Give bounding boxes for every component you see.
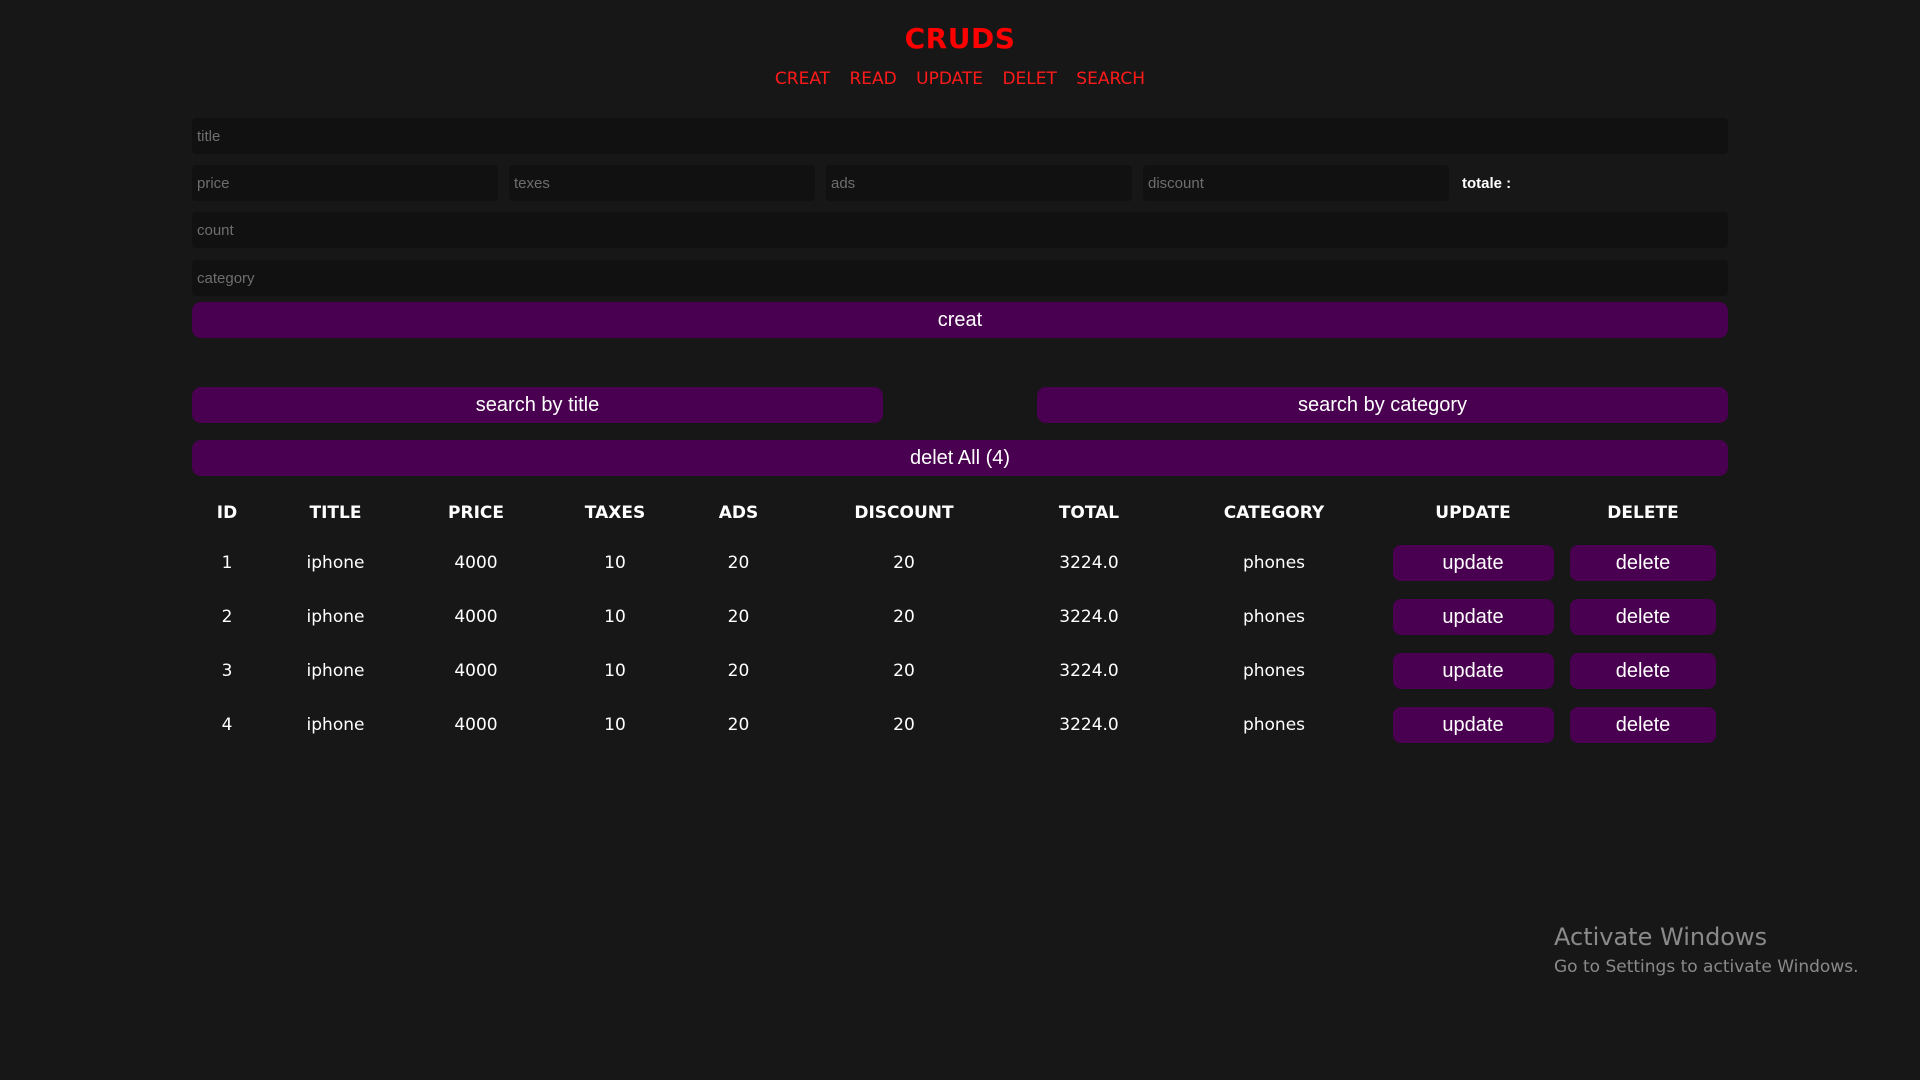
header-delete: DELETE — [1607, 503, 1679, 523]
search-by-title-button[interactable]: search by title — [192, 387, 883, 423]
cell-total: 3224.0 — [1059, 607, 1119, 627]
cell-discount: 20 — [893, 553, 915, 573]
title-input[interactable] — [192, 118, 1728, 154]
table-row: 3 iphone 4000 10 20 20 3224.0 phones upd… — [192, 644, 1728, 698]
cell-id: 3 — [221, 661, 233, 681]
cell-ads: 20 — [727, 715, 750, 735]
top-nav: CREAT READ UPDATE DELET SEARCH — [192, 69, 1728, 89]
nav-item-creat[interactable]: CREAT — [775, 69, 830, 89]
cell-total: 3224.0 — [1059, 553, 1119, 573]
cell-price: 4000 — [454, 661, 498, 681]
delete-button[interactable]: delete — [1570, 707, 1716, 743]
create-button[interactable]: creat — [192, 302, 1728, 338]
cell-ads: 20 — [727, 607, 750, 627]
activate-windows-watermark: Activate Windows Go to Settings to activ… — [1554, 923, 1859, 977]
page-title: CRUDS — [904, 22, 1016, 55]
table-row: 1 iphone 4000 10 20 20 3224.0 phones upd… — [192, 536, 1728, 590]
cell-title: iphone — [306, 715, 365, 735]
delete-button[interactable]: delete — [1570, 653, 1716, 689]
cell-title: iphone — [306, 607, 365, 627]
update-button[interactable]: update — [1392, 653, 1554, 689]
header-total: TOTAL — [1058, 503, 1120, 523]
search-by-category-button[interactable]: search by category — [1037, 387, 1728, 423]
category-input[interactable] — [192, 260, 1728, 296]
cell-taxes: 10 — [604, 553, 626, 573]
cell-title: iphone — [306, 661, 365, 681]
cell-taxes: 10 — [604, 715, 626, 735]
cell-category: phones — [1242, 553, 1306, 573]
price-row: totale : — [192, 165, 1728, 201]
crud-app: CRUDS CREAT READ UPDATE DELET SEARCH tot… — [192, 0, 1728, 743]
nav-item-delet[interactable]: DELET — [1002, 69, 1056, 89]
watermark-title: Activate Windows — [1554, 923, 1768, 951]
header-update: UPDATE — [1435, 503, 1511, 523]
cell-id: 1 — [221, 553, 233, 573]
products-table: ID TITLE PRICE TAXES ADS DISCOUNT TOTAL … — [192, 490, 1728, 752]
nav-item-search[interactable]: SEARCH — [1076, 69, 1145, 89]
cell-taxes: 10 — [604, 661, 626, 681]
ads-input[interactable] — [826, 165, 1132, 201]
header-id: ID — [216, 503, 238, 523]
header-title: TITLE — [309, 503, 362, 523]
update-button[interactable]: update — [1392, 599, 1554, 635]
header-taxes: TAXES — [584, 503, 646, 523]
cell-total: 3224.0 — [1059, 661, 1119, 681]
cell-category: phones — [1242, 661, 1306, 681]
header-price: PRICE — [448, 503, 504, 523]
cell-discount: 20 — [893, 715, 915, 735]
cell-ads: 20 — [727, 553, 750, 573]
header-category: CATEGORY — [1223, 503, 1325, 523]
price-input[interactable] — [192, 165, 498, 201]
cell-taxes: 10 — [604, 607, 626, 627]
cell-discount: 20 — [893, 661, 915, 681]
nav-item-read[interactable]: READ — [849, 69, 896, 89]
nav-item-update[interactable]: UPDATE — [916, 69, 983, 89]
watermark-subtitle: Go to Settings to activate Windows. — [1554, 957, 1859, 977]
cell-id: 2 — [221, 607, 233, 627]
header-ads: ADS — [718, 503, 759, 523]
count-input[interactable] — [192, 212, 1728, 248]
cell-total: 3224.0 — [1059, 715, 1119, 735]
cell-discount: 20 — [893, 607, 915, 627]
table-header-row: ID TITLE PRICE TAXES ADS DISCOUNT TOTAL … — [192, 490, 1728, 536]
cell-price: 4000 — [454, 607, 498, 627]
cell-title: iphone — [306, 553, 365, 573]
taxes-input[interactable] — [509, 165, 815, 201]
update-button[interactable]: update — [1392, 707, 1554, 743]
table-row: 4 iphone 4000 10 20 20 3224.0 phones upd… — [192, 698, 1728, 752]
cell-ads: 20 — [727, 661, 750, 681]
cell-price: 4000 — [454, 715, 498, 735]
header-discount: DISCOUNT — [854, 503, 954, 523]
delete-button[interactable]: delete — [1570, 545, 1716, 581]
update-button[interactable]: update — [1392, 545, 1554, 581]
cell-id: 4 — [221, 715, 233, 735]
cell-price: 4000 — [454, 553, 498, 573]
delete-all-button[interactable]: delet All (4) — [192, 440, 1728, 476]
table-row: 2 iphone 4000 10 20 20 3224.0 phones upd… — [192, 590, 1728, 644]
total-label: totale : — [1462, 174, 1512, 192]
cell-category: phones — [1242, 607, 1306, 627]
cell-category: phones — [1242, 715, 1306, 735]
discount-input[interactable] — [1143, 165, 1449, 201]
delete-button[interactable]: delete — [1570, 599, 1716, 635]
